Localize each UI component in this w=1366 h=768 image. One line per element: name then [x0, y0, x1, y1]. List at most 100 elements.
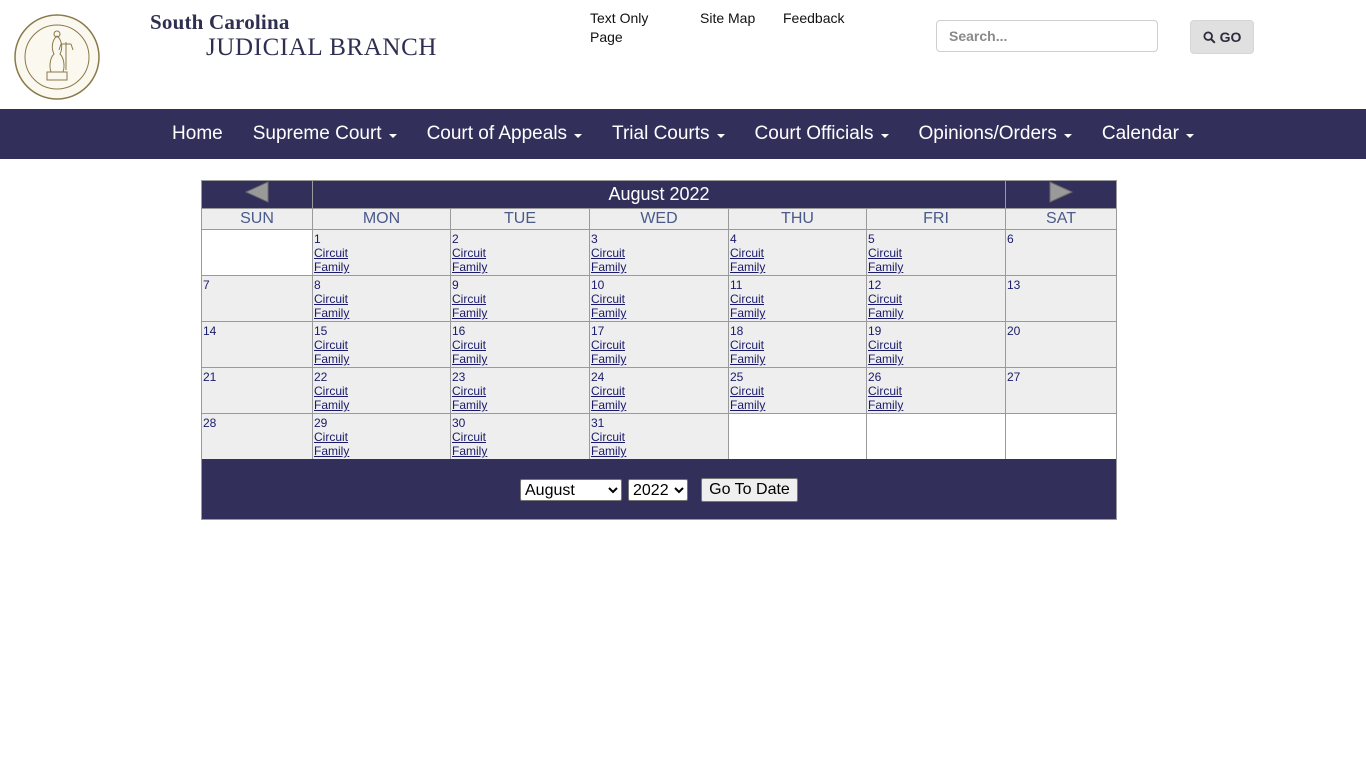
calendar-empty-cell [201, 229, 313, 276]
search-input[interactable] [936, 20, 1158, 52]
nav-item-court-of-appeals[interactable]: Court of Appeals [412, 123, 597, 145]
month-select[interactable]: August [520, 479, 622, 501]
family-court-link[interactable]: Family [590, 306, 728, 320]
circuit-court-link[interactable]: Circuit [451, 430, 589, 444]
family-court-link[interactable]: Family [590, 352, 728, 366]
circuit-court-link[interactable]: Circuit [451, 338, 589, 352]
search-go-button[interactable]: GO [1190, 20, 1254, 54]
circuit-court-link[interactable]: Circuit [867, 246, 1005, 260]
day-of-week-header: WED [589, 208, 729, 230]
brand-title-state[interactable]: South Carolina [150, 10, 290, 35]
circuit-court-link[interactable]: Circuit [313, 292, 450, 306]
family-court-link[interactable]: Family [729, 306, 866, 320]
circuit-court-link[interactable]: Circuit [313, 246, 450, 260]
family-court-link[interactable]: Family [451, 306, 589, 320]
day-number: 24 [591, 370, 605, 384]
day-number: 6 [1007, 232, 1014, 246]
calendar-day-cell: 26 Circuit Family [866, 367, 1006, 414]
day-number: 23 [452, 370, 466, 384]
family-court-link[interactable]: Family [313, 306, 450, 320]
circuit-court-link[interactable]: Circuit [590, 384, 728, 398]
day-number: 12 [868, 278, 882, 292]
family-court-link[interactable]: Family [451, 444, 589, 458]
calendar-day-cell: 3 Circuit Family [589, 229, 729, 276]
circuit-court-link[interactable]: Circuit [313, 338, 450, 352]
nav-item-opinions-orders[interactable]: Opinions/Orders [904, 123, 1087, 145]
day-of-week-header: THU [728, 208, 867, 230]
brand-title-branch[interactable]: JUDICIAL BRANCH [206, 34, 437, 62]
text-only-link-line2: Page [590, 29, 623, 45]
circuit-court-link[interactable]: Circuit [313, 430, 450, 444]
nav-item-label: Supreme Court [252, 123, 382, 144]
circuit-court-link[interactable]: Circuit [313, 384, 450, 398]
calendar-day-cell: 8 Circuit Family [312, 275, 451, 322]
year-select[interactable]: 2022 [628, 479, 688, 501]
nav-item-home[interactable]: Home [157, 123, 238, 145]
next-month-button[interactable] [1005, 180, 1117, 209]
circuit-court-link[interactable]: Circuit [590, 292, 728, 306]
family-court-link[interactable]: Family [313, 260, 450, 274]
calendar-day-cell: 12 Circuit Family [866, 275, 1006, 322]
family-court-link[interactable]: Family [867, 260, 1005, 274]
circuit-court-link[interactable]: Circuit [867, 384, 1005, 398]
day-number: 16 [452, 324, 466, 338]
family-court-link[interactable]: Family [590, 398, 728, 412]
calendar-day-cell: 1 Circuit Family [312, 229, 451, 276]
day-number: 29 [314, 416, 328, 430]
circuit-court-link[interactable]: Circuit [451, 292, 589, 306]
caret-down-icon [716, 133, 725, 138]
nav-item-supreme-court[interactable]: Supreme Court [238, 123, 412, 145]
circuit-court-link[interactable]: Circuit [451, 246, 589, 260]
seal-icon [14, 14, 100, 100]
family-court-link[interactable]: Family [867, 398, 1005, 412]
day-of-week-header: FRI [866, 208, 1006, 230]
text-only-page-link[interactable]: Text Only Page [590, 9, 648, 47]
nav-item-calendar[interactable]: Calendar [1087, 123, 1209, 145]
prev-month-button[interactable] [201, 180, 313, 209]
day-number: 5 [868, 232, 875, 246]
go-to-date-button[interactable]: Go To Date [701, 478, 798, 502]
go-label: GO [1219, 29, 1242, 45]
main-navbar: Home Supreme Court Court of Appeals Trial C… [0, 109, 1366, 159]
caret-down-icon [880, 133, 889, 138]
family-court-link[interactable]: Family [313, 352, 450, 366]
day-of-week-header: MON [312, 208, 451, 230]
feedback-link[interactable]: Feedback [783, 9, 844, 28]
day-number: 7 [203, 278, 210, 292]
site-map-link[interactable]: Site Map [700, 9, 755, 28]
family-court-link[interactable]: Family [729, 352, 866, 366]
calendar-day-cell: 17 Circuit Family [589, 321, 729, 368]
calendar-day-cell: 14 [201, 321, 313, 368]
family-court-link[interactable]: Family [451, 398, 589, 412]
calendar-day-cell: 7 [201, 275, 313, 322]
nav-item-trial-courts[interactable]: Trial Courts [597, 123, 739, 145]
circuit-court-link[interactable]: Circuit [867, 338, 1005, 352]
family-court-link[interactable]: Family [729, 398, 866, 412]
circuit-court-link[interactable]: Circuit [451, 384, 589, 398]
family-court-link[interactable]: Family [867, 306, 1005, 320]
circuit-court-link[interactable]: Circuit [729, 338, 866, 352]
family-court-link[interactable]: Family [313, 398, 450, 412]
calendar-week-row: 28 29 Circuit Family 30 Circuit Family 31 Circui… [201, 413, 1117, 460]
family-court-link[interactable]: Family [313, 444, 450, 458]
family-court-link[interactable]: Family [590, 444, 728, 458]
circuit-court-link[interactable]: Circuit [590, 338, 728, 352]
circuit-court-link[interactable]: Circuit [867, 292, 1005, 306]
court-seal-logo[interactable] [14, 14, 100, 100]
circuit-court-link[interactable]: Circuit [729, 246, 866, 260]
family-court-link[interactable]: Family [451, 352, 589, 366]
circuit-court-link[interactable]: Circuit [729, 384, 866, 398]
calendar-day-cell: 27 [1005, 367, 1117, 414]
family-court-link[interactable]: Family [729, 260, 866, 274]
nav-item-label: Home [172, 123, 223, 144]
family-court-link[interactable]: Family [867, 352, 1005, 366]
arrow-right-icon [1049, 181, 1074, 203]
nav-item-court-officials[interactable]: Court Officials [740, 123, 904, 145]
family-court-link[interactable]: Family [451, 260, 589, 274]
circuit-court-link[interactable]: Circuit [590, 246, 728, 260]
family-court-link[interactable]: Family [590, 260, 728, 274]
circuit-court-link[interactable]: Circuit [590, 430, 728, 444]
nav-menu: Home Supreme Court Court of Appeals Trial C… [0, 109, 1366, 159]
calendar-day-cell: 22 Circuit Family [312, 367, 451, 414]
circuit-court-link[interactable]: Circuit [729, 292, 866, 306]
